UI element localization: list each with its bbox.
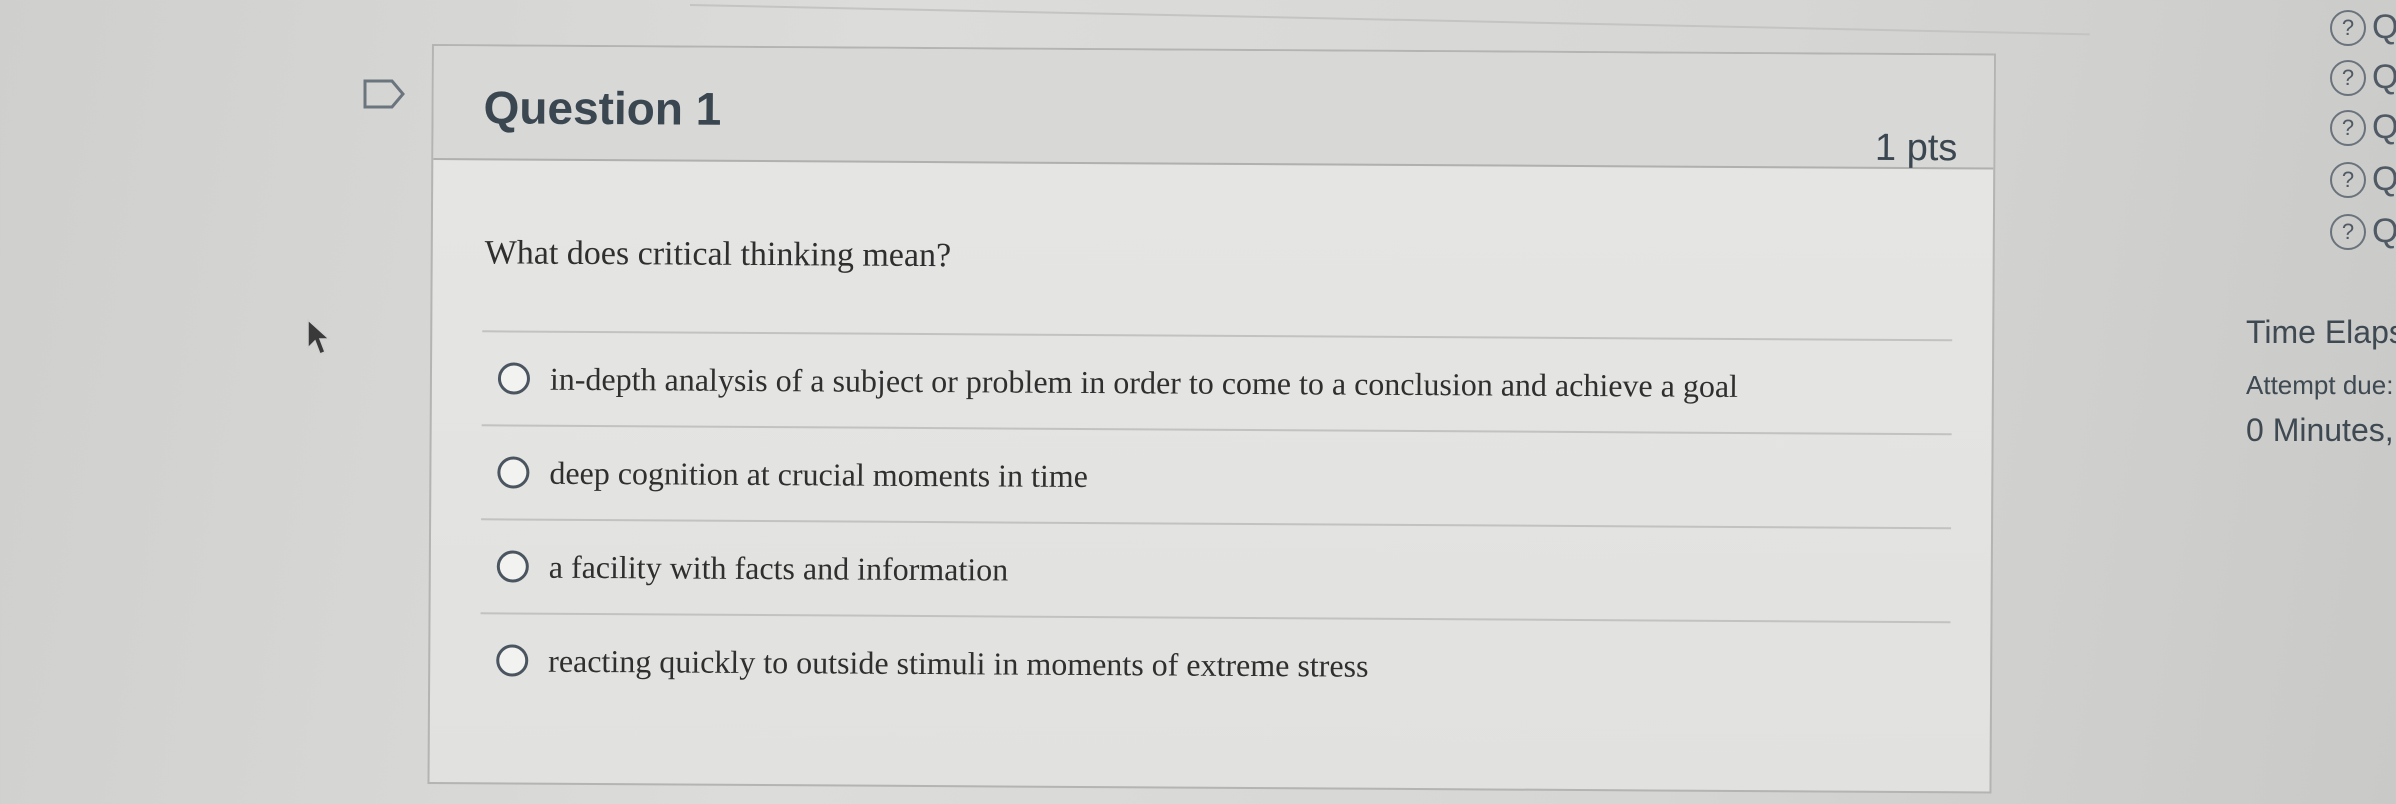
sidebar-question-label: Q bbox=[2372, 8, 2396, 46]
bookmark-flag-icon[interactable] bbox=[362, 78, 406, 110]
answer-option-3[interactable]: a facility with facts and information bbox=[480, 518, 1952, 622]
sidebar-question-link-1[interactable]: ? Q bbox=[2330, 8, 2396, 47]
answer-label: deep cognition at crucial moments in tim… bbox=[549, 454, 1089, 494]
help-icon: ? bbox=[2330, 59, 2366, 96]
question-text: What does critical thinking mean? bbox=[484, 234, 952, 275]
answer-option-4[interactable]: reacting quickly to outside stimuli in m… bbox=[479, 612, 1951, 716]
sidebar-question-label: Q bbox=[2372, 212, 2396, 250]
answer-label: in-depth analysis of a subject or proble… bbox=[549, 360, 1739, 404]
time-elapsed-label: Time Elaps bbox=[2246, 314, 2396, 350]
help-icon: ? bbox=[2330, 161, 2366, 198]
attempt-due-label: Attempt due: bbox=[2246, 370, 2394, 400]
answer-list: in-depth analysis of a subject or proble… bbox=[479, 330, 1953, 716]
sidebar-question-link-4[interactable]: ? Q bbox=[2330, 160, 2396, 199]
question-header: Question 1 1 pts bbox=[433, 46, 1994, 170]
answer-label: a facility with facts and information bbox=[548, 548, 1009, 588]
sidebar-question-label: Q bbox=[2372, 160, 2396, 198]
answer-option-1[interactable]: in-depth analysis of a subject or proble… bbox=[481, 330, 1953, 434]
answer-label: reacting quickly to outside stimuli in m… bbox=[548, 642, 1369, 684]
radio-button-1[interactable] bbox=[497, 362, 531, 395]
sidebar-question-link-2[interactable]: ? Q bbox=[2330, 58, 2396, 97]
sidebar-question-label: Q bbox=[2372, 58, 2396, 96]
elapsed-time-value: 0 Minutes, bbox=[2246, 412, 2394, 448]
page-edge-line bbox=[689, 4, 2090, 36]
radio-button-2[interactable] bbox=[497, 456, 530, 489]
question-title: Question 1 bbox=[483, 81, 722, 135]
sidebar-question-link-5[interactable]: ? Q bbox=[2330, 212, 2396, 251]
sidebar-question-link-3[interactable]: ? Q bbox=[2330, 108, 2396, 147]
radio-button-3[interactable] bbox=[496, 550, 529, 583]
answer-option-2[interactable]: deep cognition at crucial moments in tim… bbox=[481, 424, 1952, 528]
sidebar-question-label: Q bbox=[2372, 108, 2396, 146]
question-points: 1 pts bbox=[1874, 126, 1958, 170]
radio-button-4[interactable] bbox=[496, 644, 529, 677]
mouse-pointer-icon bbox=[307, 318, 331, 355]
help-icon: ? bbox=[2330, 213, 2366, 250]
quiz-sidebar: ? Q ? Q ? Q ? Q ? Q Time Elaps Attempt d… bbox=[2240, 0, 2396, 804]
question-card: Question 1 1 pts What does critical thin… bbox=[427, 44, 1996, 794]
help-icon: ? bbox=[2330, 9, 2366, 46]
help-icon: ? bbox=[2330, 109, 2366, 146]
